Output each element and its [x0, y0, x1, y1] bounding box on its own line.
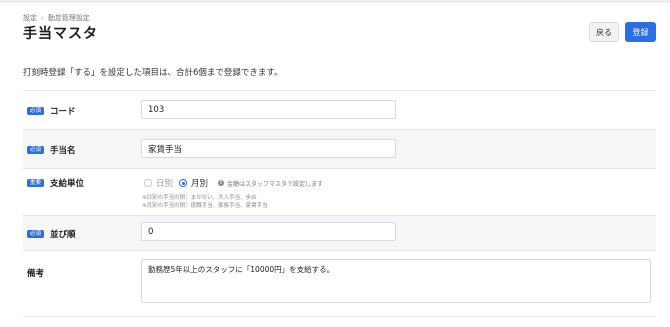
top-bar	[0, 0, 670, 3]
radio-label-monthly: 月別	[191, 179, 209, 189]
unit-info: i 金額はスタッフマスタで設定します	[218, 179, 323, 188]
form-row-note: 備考 勤務歴5年以上のスタッフに「10000円」を支給する。	[23, 250, 656, 316]
required-badge: 必須	[27, 230, 45, 238]
save-button[interactable]: 登録	[625, 22, 656, 42]
radio-circle-monthly[interactable]	[179, 179, 188, 187]
breadcrumb: 設定 › 勤怠管理設定	[23, 13, 90, 23]
form-row-unit: 重要 支給単位 日別 月別 i 金額はスタッフマスタで設定します ※日別の手当の…	[23, 168, 656, 215]
code-input[interactable]: 103	[141, 100, 396, 119]
label-text: 支給単位	[50, 179, 85, 189]
intro-text: 打刻時登録「する」を設定した項目は、合計6個まで登録できます。	[23, 68, 283, 78]
info-text: 金額はスタッフマスタで設定します	[227, 180, 324, 188]
radio-daily[interactable]: 日別	[144, 177, 173, 189]
sort-order-input[interactable]: 0	[141, 222, 396, 241]
field-label-name: 必須 手当名	[27, 144, 76, 156]
breadcrumb-separator: ›	[41, 14, 44, 22]
allowance-name-input[interactable]: 家賃手当	[141, 139, 396, 158]
field-label-unit: 重要 支給単位	[27, 177, 84, 189]
form-row-code: 必須 コード 103	[23, 90, 656, 129]
required-badge: 必須	[27, 107, 45, 115]
label-text: 備考	[27, 269, 45, 279]
radio-label-daily: 日別	[156, 179, 174, 189]
hint-monthly: ※月別の手当の例：役職手当、家族手当、家賃手当	[142, 203, 268, 209]
breadcrumb-item-settings[interactable]: 設定	[23, 14, 37, 22]
form-row-order: 必須 並び順 0	[23, 215, 656, 250]
field-label-order: 必須 並び順	[27, 228, 76, 240]
radio-circle-daily[interactable]	[144, 179, 152, 187]
info-icon: i	[218, 180, 225, 186]
page-title: 手当マスタ	[23, 26, 98, 42]
hint-daily: ※日別の手当の例：まかない、大入手当、歩合	[142, 195, 257, 201]
back-button[interactable]: 戻る	[589, 22, 619, 42]
form-row-name: 必須 手当名 家賃手当	[23, 129, 656, 168]
important-badge: 重要	[27, 179, 45, 187]
unit-radio-group: 日別 月別 i 金額はスタッフマスタで設定します	[144, 177, 323, 189]
label-text: 並び順	[50, 230, 76, 240]
field-label-code: 必須 コード	[27, 105, 76, 117]
label-text: 手当名	[50, 146, 76, 156]
breadcrumb-item-attendance-settings[interactable]: 勤怠管理設定	[48, 14, 90, 22]
divider	[23, 316, 656, 317]
label-text: コード	[50, 107, 76, 117]
radio-monthly[interactable]: 月別	[179, 177, 208, 189]
required-badge: 必須	[27, 146, 45, 154]
field-label-note: 備考	[27, 267, 44, 279]
note-textarea[interactable]: 勤務歴5年以上のスタッフに「10000円」を支給する。	[141, 259, 651, 303]
